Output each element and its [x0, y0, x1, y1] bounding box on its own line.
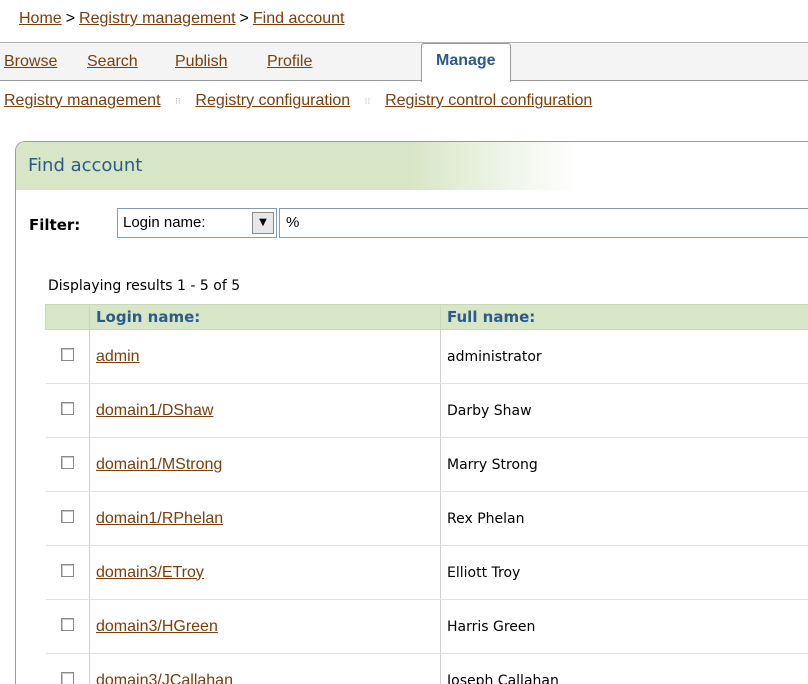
subnav-registry-control-configuration[interactable]: Registry control configuration — [385, 92, 592, 109]
column-header-login-name[interactable]: Login name: — [89, 304, 441, 330]
login-name-link[interactable]: domain1/RPhelan — [96, 510, 223, 527]
bullet-icon: ⁝⁝ — [174, 95, 181, 106]
tab-profile[interactable]: Profile — [267, 53, 312, 71]
full-name-cell: Rex Phelan — [440, 491, 808, 546]
sub-navigation: Registry management ⁝⁝ Registry configur… — [4, 92, 592, 110]
panel-title: Find account — [28, 155, 143, 176]
full-name-cell: Marry Strong — [440, 437, 808, 492]
table-row: domain1/RPhelan Rex Phelan — [45, 491, 808, 546]
row-checkbox[interactable] — [60, 672, 74, 684]
breadcrumb-separator: > — [239, 10, 249, 27]
column-header-full-name[interactable]: Full name: — [440, 304, 808, 330]
full-name-cell: administrator — [440, 329, 808, 384]
login-name-link[interactable]: domain3/HGreen — [96, 618, 218, 635]
table-row: domain3/JCallahan Joseph Callahan — [45, 653, 808, 684]
full-name-cell: Joseph Callahan — [440, 653, 808, 684]
table-header-row: Login name: Full name: — [45, 304, 808, 330]
row-checkbox[interactable] — [60, 348, 74, 361]
table-row: domain3/HGreen Harris Green — [45, 599, 808, 654]
breadcrumb-registry-management[interactable]: Registry management — [79, 10, 236, 27]
full-name-cell: Darby Shaw — [440, 383, 808, 438]
table-row: domain1/DShaw Darby Shaw — [45, 383, 808, 438]
breadcrumb-home[interactable]: Home — [19, 10, 62, 27]
select-column-header — [45, 304, 90, 330]
panel-header: Find account — [16, 142, 576, 190]
row-checkbox[interactable] — [60, 456, 74, 469]
results-summary: Displaying results 1 - 5 of 5 — [48, 278, 241, 294]
breadcrumb: Home > Registry management > Find account — [19, 10, 345, 28]
filter-label: Filter: — [29, 216, 81, 234]
login-name-link[interactable]: domain1/DShaw — [96, 402, 213, 419]
main-tab-bar: Browse Search Publish Profile Manage — [0, 42, 808, 82]
login-name-link[interactable]: domain3/JCallahan — [96, 672, 233, 684]
filter-input[interactable]: % — [279, 208, 808, 238]
tab-publish[interactable]: Publish — [175, 53, 227, 71]
filter-field-select[interactable]: Login name: ▼ — [117, 208, 277, 238]
tab-manage[interactable]: Manage — [421, 43, 511, 82]
subnav-registry-configuration[interactable]: Registry configuration — [195, 92, 350, 109]
tab-search[interactable]: Search — [87, 53, 138, 71]
row-checkbox[interactable] — [60, 402, 74, 415]
filter-select-value: Login name: — [123, 214, 206, 231]
accounts-table: Login name: Full name: admin administrat… — [45, 304, 808, 684]
table-row: domain3/ETroy Elliott Troy — [45, 545, 808, 600]
table-row: admin administrator — [45, 329, 808, 384]
row-checkbox[interactable] — [60, 510, 74, 523]
full-name-cell: Harris Green — [440, 599, 808, 654]
full-name-cell: Elliott Troy — [440, 545, 808, 600]
bullet-icon: ⁝⁝ — [364, 95, 371, 106]
row-checkbox[interactable] — [60, 618, 74, 631]
login-name-link[interactable]: admin — [96, 348, 140, 365]
login-name-link[interactable]: domain1/MStrong — [96, 456, 222, 473]
tab-browse[interactable]: Browse — [4, 53, 57, 71]
row-checkbox[interactable] — [60, 564, 74, 577]
subnav-registry-management[interactable]: Registry management — [4, 92, 161, 109]
dropdown-arrow-icon[interactable]: ▼ — [252, 212, 274, 234]
table-row: domain1/MStrong Marry Strong — [45, 437, 808, 492]
login-name-link[interactable]: domain3/ETroy — [96, 564, 204, 581]
breadcrumb-find-account[interactable]: Find account — [253, 10, 345, 27]
breadcrumb-separator: > — [65, 10, 76, 27]
